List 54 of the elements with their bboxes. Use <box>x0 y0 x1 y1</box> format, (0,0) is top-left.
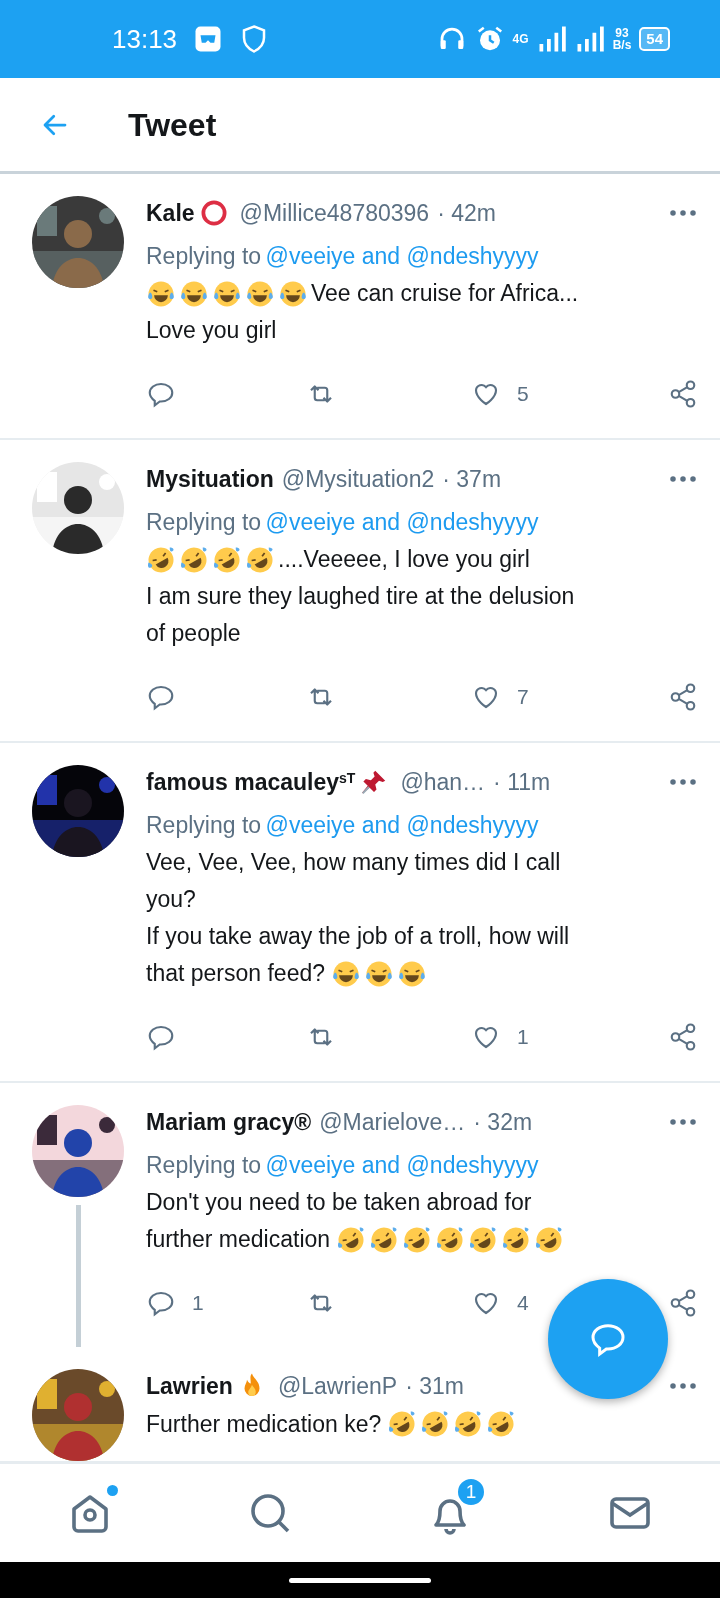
tweet-text: Love you girl <box>146 316 277 345</box>
tweet-text: that person feed? <box>146 959 326 988</box>
author-handle: @han… <box>400 768 486 797</box>
notification-count-badge: 1 <box>456 1477 486 1507</box>
tweet-text: If you take away the job of a troll, how will <box>146 922 570 951</box>
post-time: · 42m <box>437 199 496 228</box>
count-label: 5 <box>517 380 529 407</box>
battery-indicator: 54 <box>639 27 670 51</box>
author-handle: @Mysituation2 <box>281 465 435 494</box>
author-handle: @LawrienP <box>277 1372 398 1401</box>
tweet-text: further medication <box>146 1225 331 1254</box>
replying-label: Replying to <box>146 811 262 838</box>
replying-label: Replying to <box>146 242 262 269</box>
mention-link[interactable]: @veeiye and @ndeshyyyy <box>265 811 539 838</box>
count-label: 7 <box>517 683 529 710</box>
post-time: · 11m <box>493 768 551 797</box>
share-icon[interactable] <box>668 378 698 409</box>
clock-time: 13:13 <box>112 22 178 56</box>
compose-reply-button[interactable] <box>548 1279 668 1399</box>
tweet-text: of people <box>146 619 241 648</box>
tweet-text: I am sure they laughed tire at the delusion <box>146 582 575 611</box>
speed-value: 93 <box>615 27 629 39</box>
share-icon[interactable] <box>668 681 698 712</box>
author-name: famous macauley$^{sT}$ <box>146 768 356 797</box>
gamepad-icon <box>193 24 224 54</box>
page-title: Tweet <box>128 105 217 145</box>
share-icon[interactable] <box>668 1021 698 1052</box>
author-name: Kale <box>146 199 195 228</box>
author-handle: @Marielove… <box>319 1108 466 1137</box>
author-name: Lawrien <box>146 1372 233 1401</box>
author-handle: @Millice48780396 <box>239 199 430 228</box>
tweet-text: Vee can cruise for Africa... <box>311 279 579 308</box>
author-name: Mysituation <box>146 465 274 494</box>
post-time: · 37m <box>442 465 502 494</box>
tweet-text: Vee, Vee, Vee, how many times did I call <box>146 848 561 877</box>
mention-link[interactable]: @veeiye and @ndeshyyyy <box>265 508 539 535</box>
mention-link[interactable]: @veeiye and @ndeshyyyy <box>265 242 539 269</box>
count-label: 4 <box>517 1289 529 1316</box>
mention-link[interactable]: @veeiye and @ndeshyyyy <box>265 1151 539 1178</box>
network-type: 4G <box>512 33 529 45</box>
author-name: Mariam gracy® <box>146 1108 312 1137</box>
replying-label: Replying to <box>146 1151 262 1178</box>
tweet-text: ....Veeeee, I love you girl <box>278 545 530 574</box>
post-time: · 32m <box>473 1108 533 1137</box>
home-indicator[interactable] <box>289 1577 431 1583</box>
post-time: · 31m <box>405 1372 464 1401</box>
tweet-text: Further medication ke? <box>146 1409 382 1439</box>
tweet-text: you? <box>146 885 196 914</box>
speed-unit: B/s <box>612 39 632 51</box>
tweet-text: Don't you need to be taken abroad for <box>146 1188 532 1217</box>
share-icon[interactable] <box>668 1287 698 1318</box>
count-label: 1 <box>517 1023 529 1050</box>
count-label: 1 <box>192 1289 204 1316</box>
replying-label: Replying to <box>146 508 262 535</box>
